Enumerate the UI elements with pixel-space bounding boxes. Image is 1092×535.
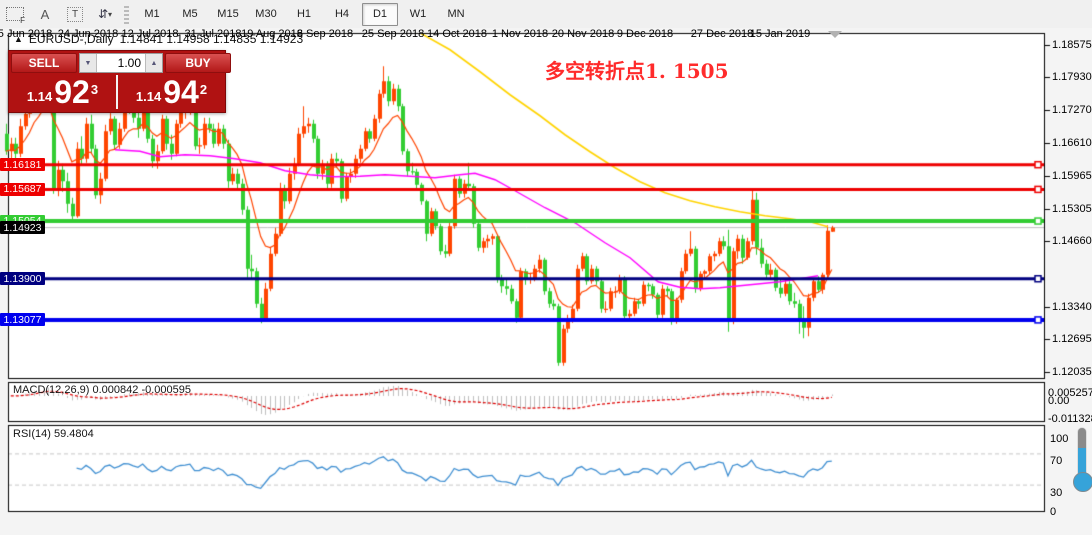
price-badge: 1.13900 <box>0 272 45 285</box>
date-label: 14 Oct 2018 <box>427 28 487 40</box>
chart-shift-marker-icon[interactable] <box>828 31 842 38</box>
price-tick-label: 1.15305 <box>1052 203 1092 215</box>
price-tick-label: 1.12035 <box>1052 366 1092 378</box>
volume-increase-button[interactable]: ▲ <box>145 54 162 72</box>
macd-label-row: MACD(12,26,9) 0.000842 -0.000595 <box>13 384 191 396</box>
timeframe-button-h4[interactable]: H4 <box>324 3 360 26</box>
sell-price-display[interactable]: 1.14 92 3 <box>9 75 118 109</box>
date-label: 27 Dec 2018 <box>691 28 753 40</box>
timeframe-button-mn[interactable]: MN <box>438 3 474 26</box>
price-tick-label: 1.17270 <box>1052 104 1092 116</box>
date-label: 20 Nov 2018 <box>552 28 614 40</box>
price-tick-label: 1.16610 <box>1052 137 1092 149</box>
timeframe-button-m30[interactable]: M30 <box>248 3 284 26</box>
timeframe-button-m15[interactable]: M15 <box>210 3 246 26</box>
timeframe-button-m1[interactable]: M1 <box>134 3 170 26</box>
date-label: 24 Jun 2018 <box>58 28 119 40</box>
date-label: 31 Jul 2018 <box>185 28 242 40</box>
chart-template-icon[interactable]: F <box>1 2 29 26</box>
volume-stepper: ▼ ▲ <box>79 53 163 73</box>
rsi-label-row: RSI(14) 59.4804 <box>13 428 94 440</box>
cursor-icon[interactable]: A <box>31 2 59 26</box>
sell-button[interactable]: SELL <box>11 53 77 73</box>
price-tick-label: 1.14660 <box>1052 235 1092 247</box>
price-badge: 1.14923 <box>0 221 45 234</box>
date-label: 25 Sep 2018 <box>362 28 424 40</box>
rsi-axis-label: 0 <box>1050 506 1056 518</box>
volume-input[interactable] <box>97 54 145 72</box>
macd-main-value: 0.000842 <box>92 384 138 396</box>
date-label: 9 Dec 2018 <box>617 28 673 40</box>
price-tick-label: 1.12695 <box>1052 333 1092 345</box>
date-label: 12 Jul 2018 <box>122 28 179 40</box>
rsi-axis-label: 30 <box>1050 487 1062 499</box>
toolbar-grip <box>124 4 129 24</box>
price-tick-label: 1.13340 <box>1052 301 1092 313</box>
price-badge: 1.16181 <box>0 158 45 171</box>
date-label: 15 Jan 2019 <box>750 28 811 40</box>
timeframe-button-h1[interactable]: H1 <box>286 3 322 26</box>
price-tick-label: 1.18575 <box>1052 39 1092 51</box>
date-label: 19 Aug 2018 <box>241 28 303 40</box>
timeframe-bar: M1M5M15M30H1H4D1W1MN <box>133 3 475 26</box>
thermometer-bulb-icon <box>1073 472 1092 492</box>
text-tool-icon[interactable]: T <box>61 2 89 26</box>
buy-button[interactable]: BUY <box>165 53 231 73</box>
price-tick-label: 1.15965 <box>1052 170 1092 182</box>
timeframe-button-m5[interactable]: M5 <box>172 3 208 26</box>
macd-axis-label: -0.011328 <box>1048 413 1092 425</box>
date-label: 5 Jun 2018 <box>0 28 52 40</box>
rsi-axis-label: 70 <box>1050 455 1062 467</box>
price-tick-label: 1.17930 <box>1052 71 1092 83</box>
thermometer-widget[interactable] <box>1072 428 1092 492</box>
one-click-trading-panel: SELL ▼ ▲ BUY 1.14 92 3 1.14 94 2 <box>8 50 226 113</box>
price-badge: 1.15687 <box>0 183 45 196</box>
top-toolbar: F A T ⇵ ▾ M1M5M15M30H1H4D1W1MN <box>0 0 1092 29</box>
rsi-value: 59.4804 <box>54 428 94 440</box>
chart-window: ▲ EURUSD-,Daily 1.14841 1.14958 1.14835 … <box>0 28 1092 535</box>
macd-axis-label: 0.00 <box>1048 395 1069 407</box>
volume-decrease-button[interactable]: ▼ <box>80 54 97 72</box>
timeframe-button-d1[interactable]: D1 <box>362 3 398 26</box>
dropdown-caret-icon: ▾ <box>108 10 112 19</box>
price-badge: 1.13077 <box>0 313 45 326</box>
chart-text-annotation[interactable]: 多空转折点1. 1505 <box>545 55 729 84</box>
timeframe-button-w1[interactable]: W1 <box>400 3 436 26</box>
date-label: 6 Sep 2018 <box>297 28 353 40</box>
rsi-axis-label: 100 <box>1050 433 1068 445</box>
objects-arrows-icon[interactable]: ⇵ ▾ <box>91 2 119 26</box>
date-label: 1 Nov 2018 <box>492 28 548 40</box>
macd-signal-value: -0.000595 <box>141 384 191 396</box>
buy-price-display[interactable]: 1.14 94 2 <box>118 75 225 109</box>
